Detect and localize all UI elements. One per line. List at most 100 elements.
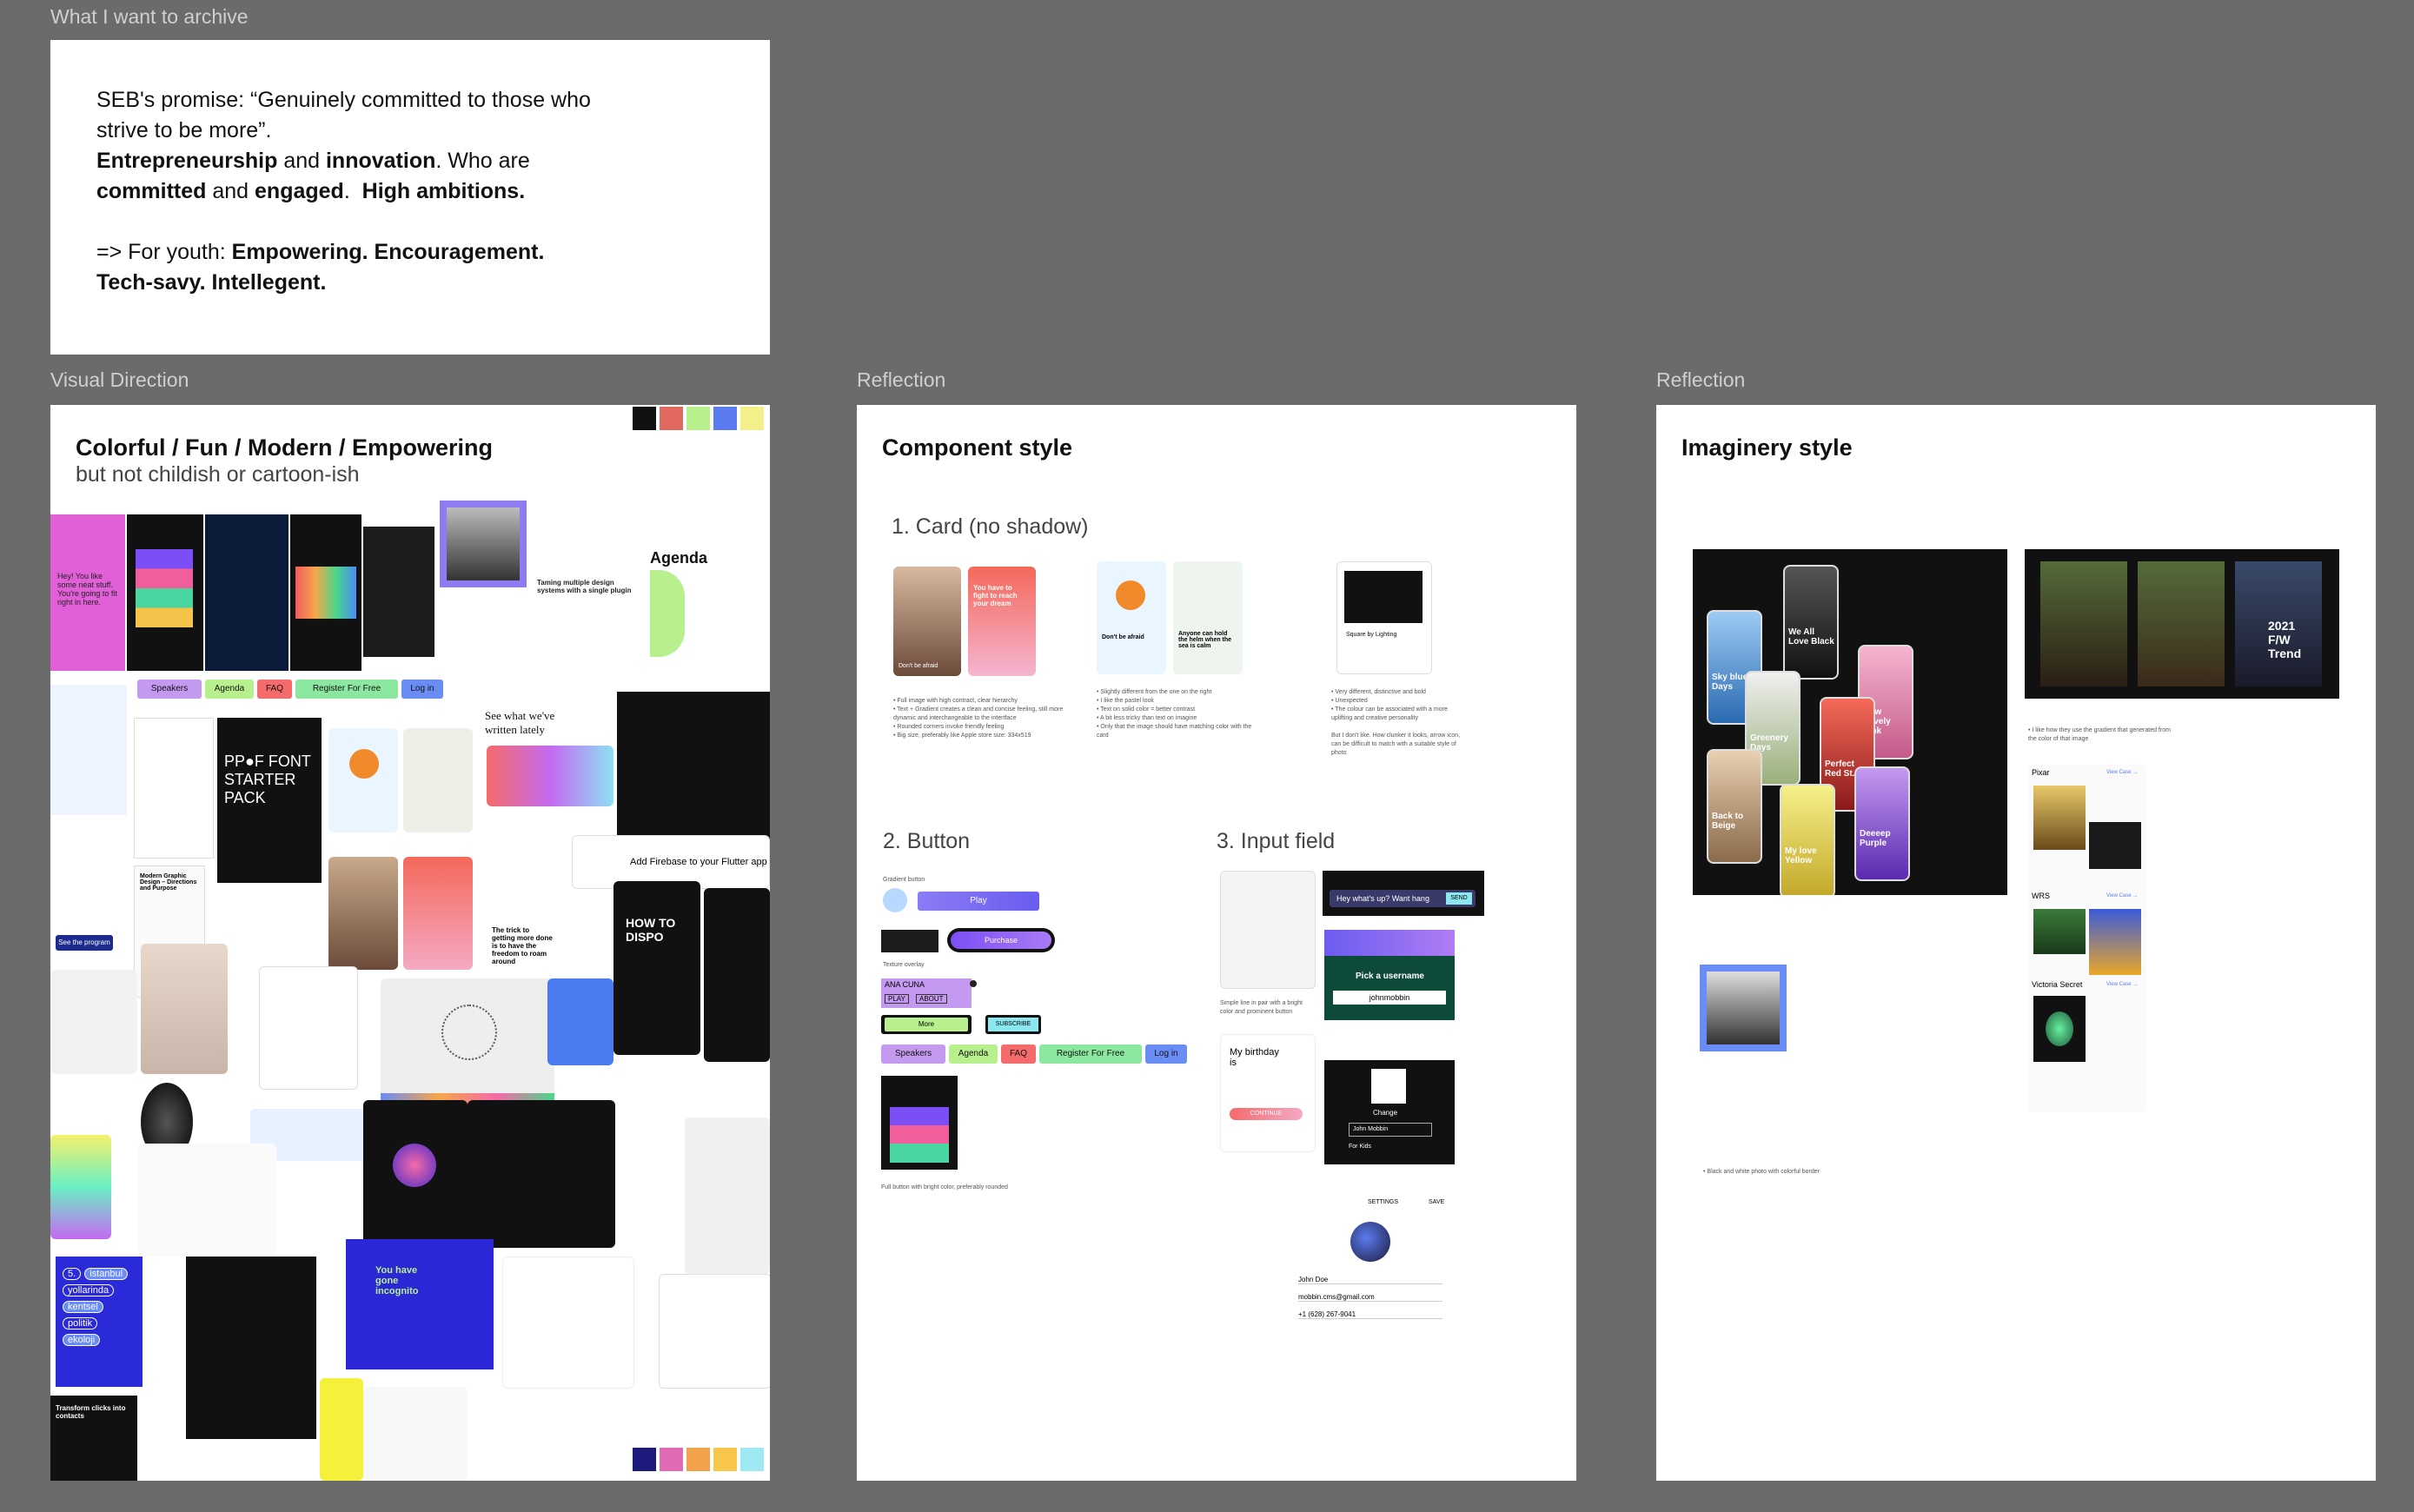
profile-mockup: Change John Mobbin For Kids [1324,1060,1455,1164]
phones-grid [468,1100,615,1248]
archive-line-2: strive to be more”. [96,118,272,143]
card-orange[interactable]: Don't be afraid [1097,561,1166,674]
continue-button[interactable]: CONTINUE [1230,1108,1303,1120]
visual-pill-speakers[interactable]: Speakers [137,680,202,699]
card-notes-3: • Very different, distinctive and bold •… [1331,689,1461,756]
archive-text: SEB's promise: “Genuinely committed to t… [96,85,739,298]
purchase-button-wrapper: Purchase [947,928,1055,952]
imagery-phone-label: My love Yellow [1785,846,1817,865]
texture-dark-button[interactable] [881,930,938,952]
subscribe-button-wrapper: SUBSCRIBE [985,1015,1041,1034]
istanbul-word: kentsel [63,1301,103,1313]
play-gradient-button[interactable]: Play [918,892,1039,911]
component-pill-register-for-free[interactable]: Register For Free [1039,1044,1142,1064]
ana-cuna-card[interactable]: ANA CUNA PLAY ABOUT [881,978,972,1008]
view-case-link-wrs[interactable]: View Case → [2106,893,2138,899]
chat-input-mockup: Hey what's up? Want hang SEND [1323,871,1484,916]
imagery-phone-card: We All Love Black [1783,565,1839,680]
istanbul-poster: 5. istanbul yollarinda kentsel politik ekoloj… [56,1257,143,1387]
component-style-frame[interactable]: Component style 1. Card (no shadow) Don'… [857,405,1576,1481]
archive-line-5: => For youth: Empowering. Encouragement. [96,240,545,264]
taming-text: Taming multiple design systems with a si… [537,579,632,594]
birthday-mockup: My birthday is CONTINUE [1220,1034,1316,1152]
see-what-text: See what we've written lately [485,709,555,736]
visual-pill-faq[interactable]: FAQ [257,680,292,699]
archive-line-6: Tech-savy. Intellegent. [96,270,327,295]
gradient-phone [50,1135,111,1239]
save-button[interactable]: SAVE [1429,1199,1444,1205]
swatch-5 [740,407,764,430]
istanbul-word: politik [63,1317,98,1330]
istanbul-word: 5. [63,1268,82,1280]
bw-credits [1700,1060,1795,1121]
send-button[interactable]: SEND [1446,892,1472,905]
chat-input[interactable]: Hey what's up? Want hang [1336,890,1429,907]
swatch-b3 [686,1448,710,1471]
view-case-link-victoria[interactable]: View Case → [2106,982,2138,987]
full-button-note: Full button with bright color, preferabl… [881,1184,1008,1190]
trick-text: The trick to getting more done is to hav… [492,926,553,965]
card-woman[interactable]: Don't be afraid [893,567,961,676]
frame-label-archive: What I want to archive [50,5,249,28]
card-interior[interactable]: Anyone can hold the helm when the sea is… [1173,561,1243,674]
bw-portrait-blue-border [1700,965,1787,1051]
component-pill-agenda[interactable]: Agenda [949,1044,998,1064]
istanbul-word: ekoloji [63,1334,101,1346]
case-study-list: Pixar View Case → WRS View Case → Victor… [2028,765,2146,1112]
grid-mockup [290,514,361,671]
dial-mockup [381,978,554,1109]
purchase-button[interactable]: Purchase [951,932,1051,949]
toggle-dot-icon[interactable] [970,980,977,987]
visual-pill-register-for-free[interactable]: Register For Free [295,680,398,699]
swatch-1 [633,407,656,430]
bw-note: • Black and white photo with colorful bo… [1703,1169,1820,1175]
username-mockup: Pick a username johnmobbin [1324,930,1455,1020]
visual-subtitle: but not childish or cartoon-ish [76,462,360,487]
archive-frame[interactable]: SEB's promise: “Genuinely committed to t… [50,40,770,355]
live-blue-card [547,978,613,1065]
component-pill-faq[interactable]: FAQ [1001,1044,1036,1064]
swatch-4 [713,407,737,430]
visual-direction-frame[interactable]: Colorful / Fun / Modern / Empowering but… [50,405,770,1481]
introduce-mockup [685,1117,770,1274]
phone-field[interactable]: +1 (628) 267-9041 [1298,1310,1442,1319]
simple-input-mockup [1220,871,1316,989]
color-phones-collage: Sky blue DaysWe All Love BlackHow Lovely… [1693,549,2007,895]
incognito-card: You have gone incognito [346,1239,494,1369]
component-pill-speakers[interactable]: Speakers [881,1044,945,1064]
card-notes-2: • Slightly different from the one on the… [1097,689,1252,739]
visual-pill-agenda[interactable]: Agenda [205,680,254,699]
email-field[interactable]: mobbin.cms@gmail.com [1298,1293,1442,1302]
imagery-style-frame[interactable]: Imaginery style Sky blue Days We All Love… [1656,405,2376,1481]
component-pill-log-in[interactable]: Log in [1145,1044,1187,1064]
name-field[interactable]: John Doe [1298,1276,1442,1284]
more-button[interactable]: More [885,1018,968,1031]
settings-mockup: SETTINGS SAVE John Doe mobbin.cms@gmail.… [1298,1196,1446,1335]
more-button-wrapper: More [881,1015,972,1034]
card-lighting[interactable]: Square by Lighting [1336,561,1432,674]
play-text-button[interactable]: PLAY [885,994,909,1004]
swatch-b2 [660,1448,683,1471]
play-circle-icon[interactable] [883,888,907,912]
gradient-card [487,746,613,806]
card-notes-1: • Full image with high contract, clear h… [893,698,1064,739]
name-input[interactable]: John Mobbin [1349,1123,1432,1137]
trend-text: 2021 F/W Trend [2268,619,2302,660]
numbers-phone [704,888,770,1062]
archive-line-1: SEB's promise: “Genuinely committed to t… [96,88,591,112]
frame-label-reflection-component: Reflection [857,368,946,391]
view-case-link-pixar[interactable]: View Case → [2106,770,2138,775]
swatch-2 [660,407,683,430]
full-button-grid [881,1076,958,1170]
subscribe-button[interactable]: SUBSCRIBE [988,1018,1038,1031]
dispo-phone: HOW TO DISPO [613,881,700,1055]
hands-photo [50,970,137,1074]
about-text-button[interactable]: ABOUT [916,994,947,1004]
username-input[interactable]: johnmobbin [1333,991,1446,1005]
pink-card: Hey! You like some neat stuff. You're go… [50,514,125,671]
frame-label-reflection-imagery: Reflection [1656,368,1746,391]
swatch-b4 [713,1448,737,1471]
visual-pill-log-in[interactable]: Log in [401,680,443,699]
imagery-phone-card: Deeeep Purple [1854,766,1910,881]
card-fight-dream[interactable]: You have to fight to reach your dream [968,567,1036,676]
